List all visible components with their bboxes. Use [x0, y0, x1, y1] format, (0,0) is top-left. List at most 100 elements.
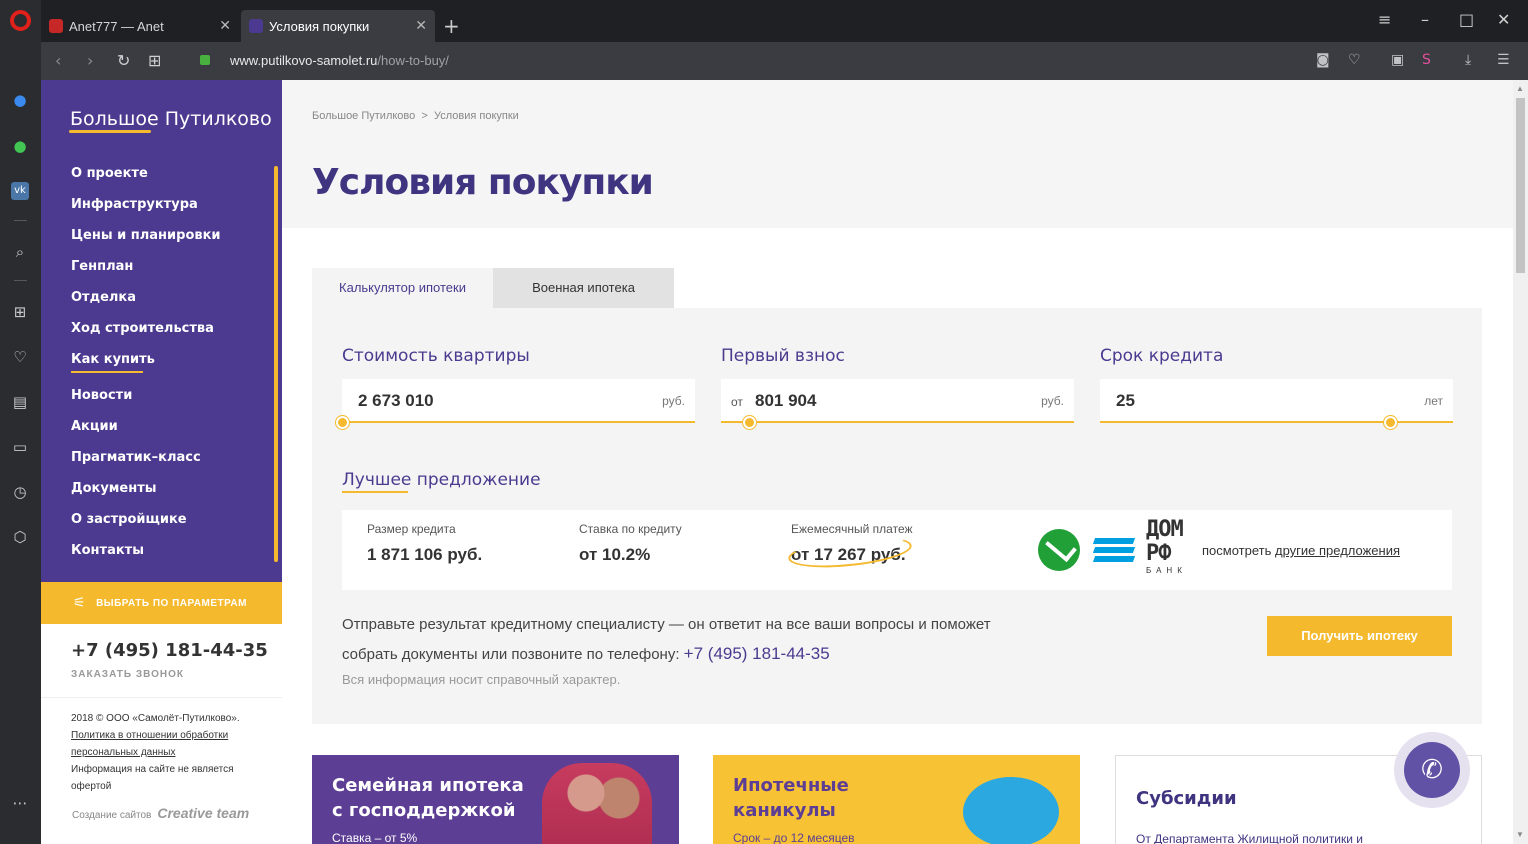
term-unit: лет	[1424, 394, 1443, 408]
family-photo	[542, 763, 652, 844]
tab-title: Условия покупки	[269, 18, 370, 34]
tab-current[interactable]: Условия покупки ✕	[241, 10, 435, 42]
extension-icon[interactable]: ▣	[1391, 52, 1404, 68]
menu-item[interactable]: Инфраструктура	[71, 197, 221, 228]
promo-card-family[interactable]: Семейная ипотека с господдержкой Ставка …	[312, 755, 679, 844]
url-domain: www.putilkovo-samolet.ru	[230, 53, 378, 68]
menu-item[interactable]: О застройщике	[71, 512, 221, 543]
close-icon[interactable]: ✕	[219, 18, 231, 34]
address-bar: ‹ › ↻ ⊞ www.putilkovo-samolet.ru/how-to-…	[41, 42, 1528, 80]
down-payment-prefix: от	[731, 395, 743, 409]
easy-setup-icon[interactable]: ☰	[1497, 52, 1510, 68]
sidebar-phone[interactable]: +7 (495) 181-44-35	[71, 640, 268, 661]
maximize-icon[interactable]: □	[1459, 10, 1474, 29]
contact-note-text: Отправьте результат кредитному специалис…	[342, 616, 991, 663]
menu-item-active[interactable]: Как купить	[71, 352, 221, 388]
reload-icon[interactable]: ↻	[117, 51, 130, 70]
privacy-link[interactable]: Политика в отношении обработки персональ…	[71, 727, 261, 761]
download-icon[interactable]: ⤓	[1465, 52, 1471, 68]
credit[interactable]: Создание сайтов Creative team	[72, 805, 249, 821]
close-icon[interactable]: ✕	[415, 18, 427, 34]
lock-icon	[200, 55, 210, 65]
history-icon[interactable]: ◷	[11, 483, 29, 501]
heart-icon[interactable]: ♡	[11, 348, 29, 366]
card-title: Семейная ипотека с господдержкой	[332, 775, 524, 821]
vk-icon[interactable]: vk	[11, 182, 29, 200]
price-input[interactable]: 2 673 010 руб.	[342, 379, 695, 423]
menu-item[interactable]: Прагматик–класс	[71, 450, 221, 481]
tab-military-mortgage[interactable]: Военная ипотека	[493, 268, 674, 308]
menu-item[interactable]: Акции	[71, 419, 221, 450]
minimize-icon[interactable]: –	[1421, 10, 1429, 29]
contact-phone[interactable]: +7 (495) 181-44-35	[684, 644, 830, 663]
sidebar-scrollbar[interactable]	[274, 166, 278, 562]
sidebar-footer: 2018 © ООО «Самолёт-Путилково». Политика…	[71, 710, 261, 795]
breadcrumb-home[interactable]: Большое Путилково	[312, 110, 415, 122]
other-offers-prefix: посмотреть	[1202, 543, 1275, 558]
menu-item[interactable]: Документы	[71, 481, 221, 512]
menu-item[interactable]: Ход строительства	[71, 321, 221, 352]
callback-widget[interactable]: ✆	[1394, 732, 1470, 808]
card-subtitle: От Департамента Жилищной политики и	[1136, 832, 1364, 844]
back-icon[interactable]: ‹	[55, 51, 61, 70]
menu-item[interactable]: Отделка	[71, 290, 221, 321]
more-icon[interactable]: ⋯	[11, 794, 29, 812]
rail-divider	[14, 220, 27, 221]
tab-title: Anet777 — Anet	[69, 18, 164, 34]
search-icon[interactable]: ⌕	[11, 243, 29, 261]
page-title: Условия покупки	[312, 162, 654, 203]
term-slider-handle[interactable]	[1384, 416, 1397, 429]
menu-item[interactable]: Контакты	[71, 543, 221, 574]
new-tab-button[interactable]: +	[443, 14, 460, 38]
down-payment-input[interactable]: от 801 904 руб.	[721, 379, 1074, 423]
payment-highlight	[786, 531, 914, 573]
breadcrumb: Большое Путилково > Условия покупки	[312, 110, 519, 122]
cube-icon[interactable]: ⬡	[11, 528, 29, 546]
disclaimer: Информация на сайте не является офертой	[71, 764, 234, 792]
tab-bar: Anet777 — Anet ✕ Условия покупки ✕ + ≡ –…	[41, 0, 1528, 42]
player-icon[interactable]: ▭	[11, 438, 29, 456]
scroll-up-icon[interactable]: ▲	[1516, 84, 1524, 93]
close-window-icon[interactable]: ✕	[1497, 10, 1510, 29]
messenger-icon[interactable]: ●	[11, 91, 29, 109]
request-call-link[interactable]: ЗАКАЗАТЬ ЗВОНОК	[71, 669, 184, 680]
term-input[interactable]: 25 лет	[1100, 379, 1453, 423]
extension-se-icon[interactable]: S	[1422, 52, 1431, 68]
tabs-grid-icon[interactable]: ⊞	[148, 51, 161, 70]
opera-logo-icon[interactable]	[10, 10, 31, 31]
scroll-down-icon[interactable]: ▼	[1516, 830, 1524, 839]
other-offers: посмотреть другие предложения	[1202, 543, 1400, 558]
url-field[interactable]: www.putilkovo-samolet.ru/how-to-buy/	[230, 53, 449, 68]
page-scrollbar[interactable]: ▲ ▼	[1513, 80, 1528, 844]
tab-anet[interactable]: Anet777 — Anet ✕	[41, 10, 239, 42]
other-offers-link[interactable]: другие предложения	[1275, 543, 1400, 558]
credit-brand: Creative team	[157, 805, 250, 821]
price-slider-handle[interactable]	[336, 416, 349, 429]
news-icon[interactable]: ▤	[11, 393, 29, 411]
breadcrumb-separator: >	[421, 110, 428, 122]
site-logo[interactable]: Большое Путилково	[70, 108, 272, 130]
bookmark-heart-icon[interactable]: ♡	[1348, 52, 1361, 68]
down-payment-slider-handle[interactable]	[743, 416, 756, 429]
forward-icon[interactable]: ›	[87, 51, 93, 70]
menu-item[interactable]: О проекте	[71, 166, 221, 197]
menu-item[interactable]: Новости	[71, 388, 221, 419]
price-unit: руб.	[662, 394, 685, 408]
tab-menu-icon[interactable]: ≡	[1378, 10, 1391, 29]
camera-icon[interactable]: ◙	[1316, 52, 1330, 68]
info-disclaimer: Вся информация носит справочный характер…	[342, 672, 621, 687]
tab-mortgage-calculator[interactable]: Калькулятор ипотеки	[312, 268, 493, 308]
scrollbar-thumb[interactable]	[1516, 98, 1525, 273]
rate-label: Ставка по кредиту	[579, 522, 682, 536]
calculator-tabs: Калькулятор ипотеки Военная ипотека	[312, 268, 674, 308]
opera-sidebar: ● ● vk ⌕ ⊞ ♡ ▤ ▭ ◷ ⬡ ⋯	[0, 0, 41, 844]
get-mortgage-button[interactable]: Получить ипотеку	[1267, 616, 1452, 656]
filter-button[interactable]: ⚟ ВЫБРАТЬ ПО ПАРАМЕТРАМ	[41, 582, 282, 624]
menu-item[interactable]: Генплан	[71, 259, 221, 290]
promo-card-holidays[interactable]: Ипотечные каникулы Срок – до 12 месяцев	[713, 755, 1080, 844]
menu-item[interactable]: Цены и планировки	[71, 228, 221, 259]
whatsapp-icon[interactable]: ●	[11, 137, 29, 155]
sberbank-logo-icon	[1038, 529, 1080, 571]
speed-dial-icon[interactable]: ⊞	[11, 303, 29, 321]
site-favicon-icon	[249, 19, 263, 33]
